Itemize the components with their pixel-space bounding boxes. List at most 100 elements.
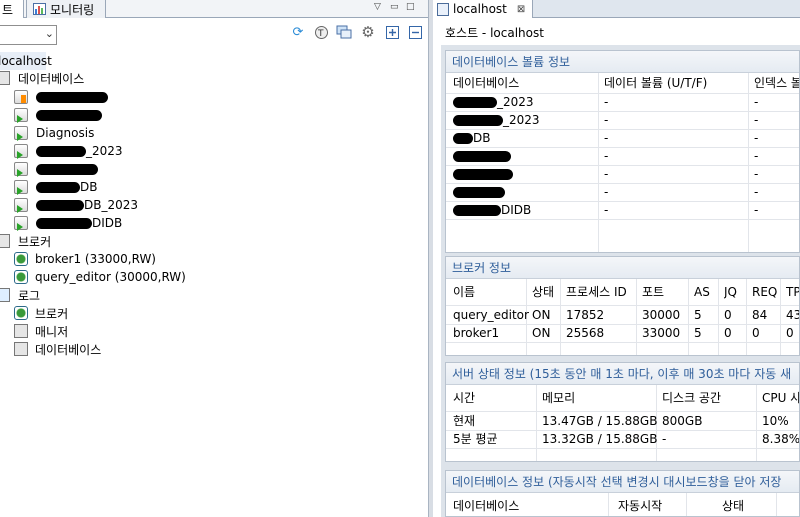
table-cell: - xyxy=(662,432,667,446)
table-cell: - xyxy=(754,149,759,163)
host-select[interactable]: ⌄ xyxy=(0,25,57,45)
log-name: 매니저 xyxy=(35,324,69,339)
tree-node-logs[interactable]: 로그 xyxy=(0,286,40,304)
tree-node-broker[interactable]: broker1 (33000,RW) xyxy=(14,250,156,268)
logs-label: 로그 xyxy=(18,288,41,303)
column-header[interactable]: 데이터베이스 xyxy=(453,74,519,92)
refresh-icon[interactable]: ⟳ xyxy=(290,24,306,40)
column-header[interactable]: 포트 xyxy=(642,283,664,301)
column-header[interactable]: 자동시작 xyxy=(618,497,662,515)
table-cell: _2023 xyxy=(453,111,540,129)
server-status-header[interactable]: 서버 상태 정보 (15초 동안 매 1초 마다, 이후 매 30초 마다 자동… xyxy=(446,363,799,385)
table-cell: 5 xyxy=(694,326,702,340)
database-log-icon xyxy=(14,342,28,356)
column-header[interactable]: 상태 xyxy=(532,283,554,301)
table-cell: 13.47GB / 15.88GB xyxy=(542,414,658,428)
table-cell xyxy=(453,165,513,183)
dashboard-icon xyxy=(437,2,449,16)
maximize-icon[interactable]: □ xyxy=(406,2,415,12)
column-header[interactable]: 데이터 볼륨 (U/T/F) xyxy=(604,74,707,92)
database-name-redacted xyxy=(36,91,108,103)
filter-icon[interactable]: T xyxy=(313,24,329,40)
left-panel: 트 모니터링 ▽ ▭ □ ⌄ ⟳ T ⚙ localhost 데이터베이스 Di… xyxy=(0,0,428,517)
db-volume-header[interactable]: 데이터베이스 볼륨 정보 xyxy=(446,51,799,73)
column-header[interactable]: 상태 xyxy=(722,497,744,515)
column-header[interactable]: REQ xyxy=(752,283,777,301)
tab-navigator-label: 트 xyxy=(2,2,14,17)
tree-node-database[interactable]: DB xyxy=(14,178,97,196)
tree-node-database[interactable]: _2023 xyxy=(14,142,123,160)
view-menu-icon[interactable]: ▭ xyxy=(390,2,399,12)
tree-node-broker[interactable]: query_editor (30000,RW) xyxy=(14,268,186,286)
database-folder-icon xyxy=(0,71,10,85)
table-cell: - xyxy=(604,149,609,163)
table-cell: - xyxy=(754,95,759,109)
table-cell: 8.38% xyxy=(762,432,800,446)
tree-node-log[interactable]: 브로커 xyxy=(14,304,68,322)
manager-log-icon xyxy=(14,324,28,338)
column-header[interactable]: 인덱스 볼 xyxy=(754,74,799,92)
brokers-label: 브로커 xyxy=(18,234,52,249)
column-header[interactable]: 이름 xyxy=(453,283,475,301)
table-cell: _2023 xyxy=(453,93,534,111)
table-cell: - xyxy=(754,185,759,199)
table-cell: broker1 xyxy=(453,326,500,340)
broker-icon xyxy=(14,270,28,284)
tree-node-database[interactable]: Diagnosis xyxy=(14,124,94,142)
table-cell: 17852 xyxy=(566,308,605,322)
table-cell xyxy=(453,147,511,165)
tab-navigator[interactable]: 트 xyxy=(0,0,24,18)
table-cell: 25568 xyxy=(566,326,605,340)
database-name-redacted xyxy=(36,199,84,211)
editor-tab-bar: localhost ⊠ xyxy=(433,0,800,18)
collapse-all-icon[interactable] xyxy=(407,24,423,40)
close-icon[interactable]: ⊠ xyxy=(517,4,525,15)
tree-node-host[interactable]: localhost xyxy=(0,52,52,70)
broker-info-header[interactable]: 브로커 정보 xyxy=(446,257,799,279)
database-icon xyxy=(14,216,28,231)
database-name-suffix: DIDB xyxy=(92,216,123,230)
gear-icon[interactable]: ⚙ xyxy=(360,23,376,41)
table-cell: 30000 xyxy=(642,308,681,322)
table-cell: 5분 평균 xyxy=(453,432,498,446)
table-cell: 5 xyxy=(694,308,702,322)
tree-node-log[interactable]: 데이터베이스 xyxy=(14,340,101,358)
tree-node-brokers[interactable]: 브로커 xyxy=(0,232,51,250)
database-icon xyxy=(14,90,28,104)
table-cell: 현재 xyxy=(453,414,476,428)
column-header[interactable]: TP xyxy=(786,283,799,301)
column-header[interactable]: 프로세스 ID xyxy=(566,283,627,301)
table-cell: 0 xyxy=(786,326,794,340)
column-header[interactable]: 디스크 공간 xyxy=(662,389,721,407)
server-status-section: 서버 상태 정보 (15초 동안 매 1초 마다, 이후 매 30초 마다 자동… xyxy=(445,362,800,462)
database-icon xyxy=(14,126,28,141)
db-info-header[interactable]: 데이터베이스 정보 (자동시작 선택 변경시 대시보드창을 닫아 저장 xyxy=(446,471,799,493)
tree-node-database[interactable] xyxy=(14,88,108,106)
tree-node-database[interactable] xyxy=(14,160,98,178)
column-header[interactable]: 시간 xyxy=(453,389,475,407)
database-name-redacted xyxy=(36,217,92,229)
expand-all-icon[interactable] xyxy=(384,24,400,40)
connect-icon[interactable] xyxy=(336,24,352,40)
log-name: 데이터베이스 xyxy=(35,342,102,357)
tree-node-database[interactable] xyxy=(14,106,102,124)
table-cell: 43 xyxy=(786,308,800,322)
database-name-suffix: DB_2023 xyxy=(84,198,139,212)
column-header[interactable]: 메모리 xyxy=(542,389,575,407)
column-header[interactable]: AS xyxy=(694,283,710,301)
tree-node-databases[interactable]: 데이터베이스 xyxy=(0,69,84,87)
column-header[interactable]: CPU 사 xyxy=(762,389,799,407)
databases-label: 데이터베이스 xyxy=(18,71,85,86)
database-name-redacted xyxy=(36,181,80,193)
column-header[interactable]: JQ xyxy=(724,283,737,301)
tab-monitoring[interactable]: 모니터링 xyxy=(26,0,106,18)
database-name: Diagnosis xyxy=(36,126,95,140)
table-cell: - xyxy=(754,113,759,127)
minimize-icon[interactable]: ▽ xyxy=(374,2,381,12)
tree-node-database[interactable]: DB_2023 xyxy=(14,196,138,214)
broker-icon xyxy=(14,252,28,266)
tab-localhost[interactable]: localhost ⊠ xyxy=(433,0,533,18)
tree-node-log[interactable]: 매니저 xyxy=(14,322,68,340)
column-header[interactable]: 데이터베이스 xyxy=(453,497,519,515)
tree-node-database[interactable]: DIDB xyxy=(14,214,122,232)
